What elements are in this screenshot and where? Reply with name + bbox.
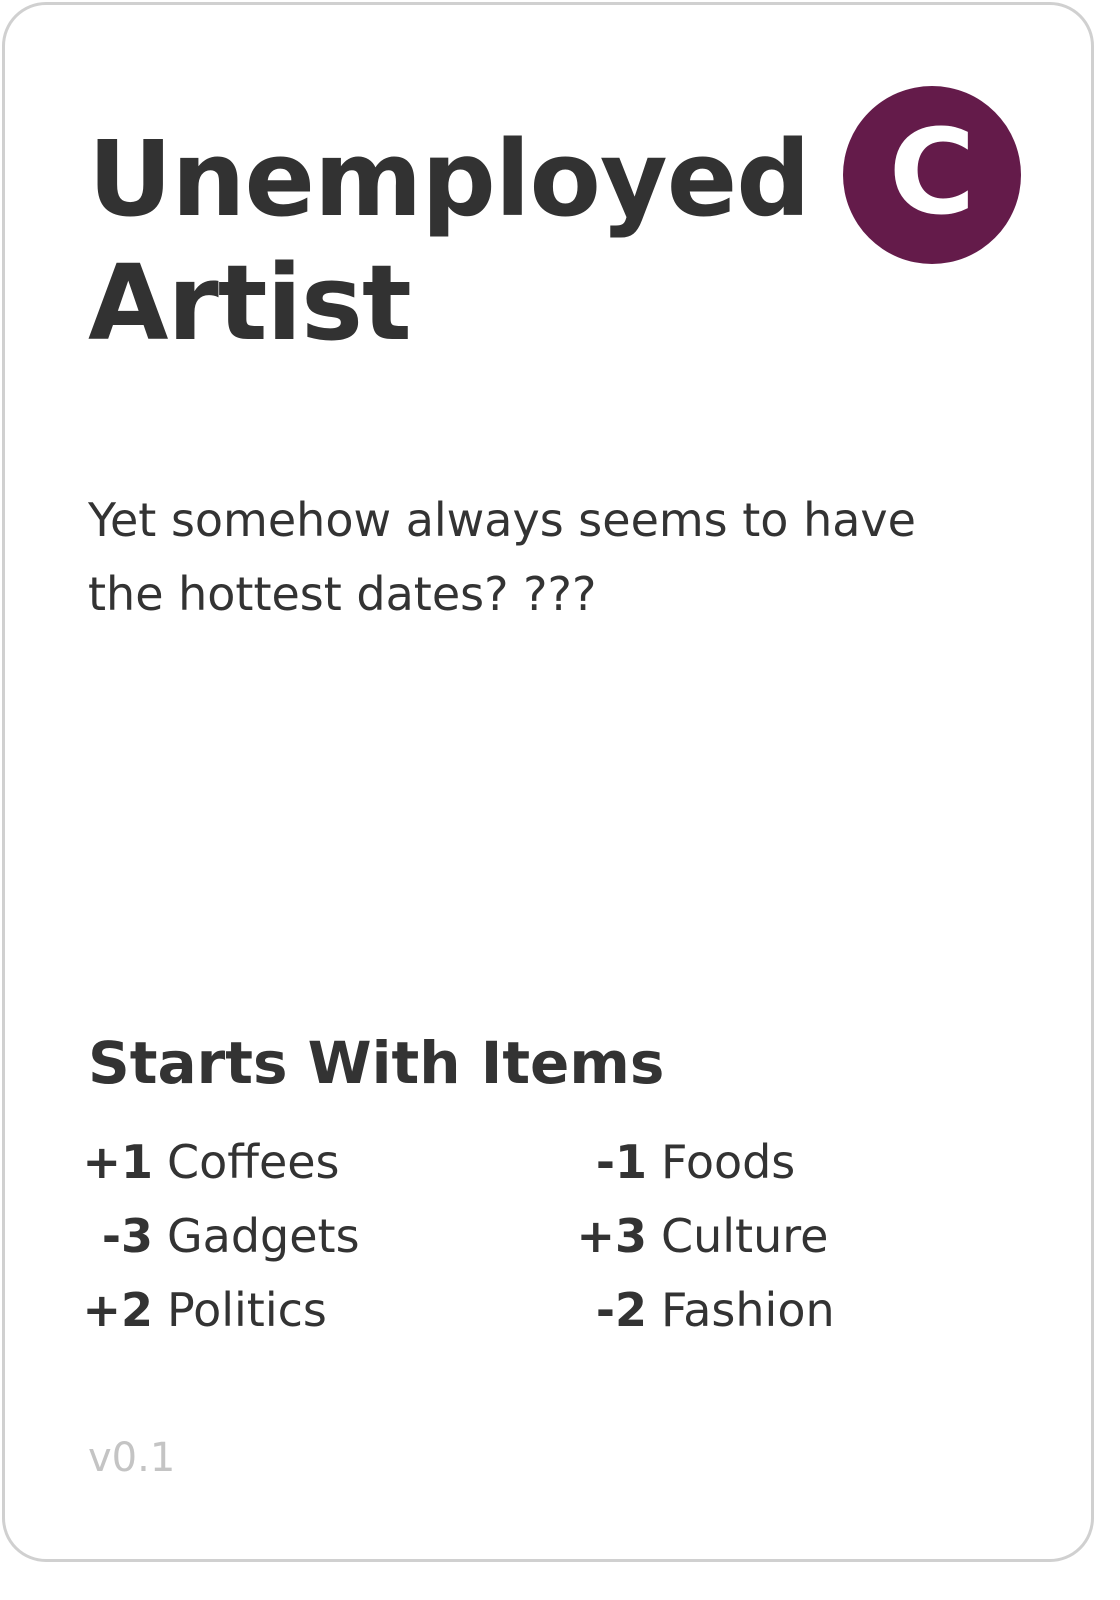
item-name: Culture <box>661 1209 829 1263</box>
item-name: Foods <box>661 1135 796 1189</box>
item-politics: +2 Politics <box>75 1273 327 1347</box>
class-badge-letter: C <box>888 103 976 241</box>
character-card: Unemployed Artist C Yet somehow always se… <box>2 2 1094 1562</box>
version-label: v0.1 <box>88 1435 176 1481</box>
card-description: Yet somehow always seems to have the hott… <box>88 483 988 631</box>
item-quantity: +3 <box>576 1209 647 1263</box>
item-coffees: +1 Coffees <box>75 1125 340 1199</box>
item-culture: +3 Culture <box>569 1199 828 1273</box>
item-name: Politics <box>167 1283 327 1337</box>
card-title-line-1: Unemployed <box>88 118 811 240</box>
description-line-1: Yet somehow always seems to have <box>88 493 916 547</box>
item-name: Gadgets <box>167 1209 360 1263</box>
item-quantity: +2 <box>82 1283 153 1337</box>
item-quantity: +1 <box>82 1135 153 1189</box>
item-name: Coffees <box>167 1135 340 1189</box>
item-quantity: -3 <box>101 1209 153 1263</box>
item-fashion: -2 Fashion <box>569 1273 835 1347</box>
items-heading: Starts With Items <box>88 1029 665 1097</box>
description-line-2: the hottest dates? ??? <box>88 567 597 621</box>
item-quantity: -2 <box>595 1283 647 1337</box>
item-foods: -1 Foods <box>569 1125 795 1199</box>
card-title-line-2: Artist <box>88 242 412 364</box>
card-title: Unemployed Artist <box>88 117 828 365</box>
item-name: Fashion <box>661 1283 835 1337</box>
item-gadgets: -3 Gadgets <box>75 1199 360 1273</box>
class-badge: C <box>843 86 1021 264</box>
item-quantity: -1 <box>595 1135 647 1189</box>
